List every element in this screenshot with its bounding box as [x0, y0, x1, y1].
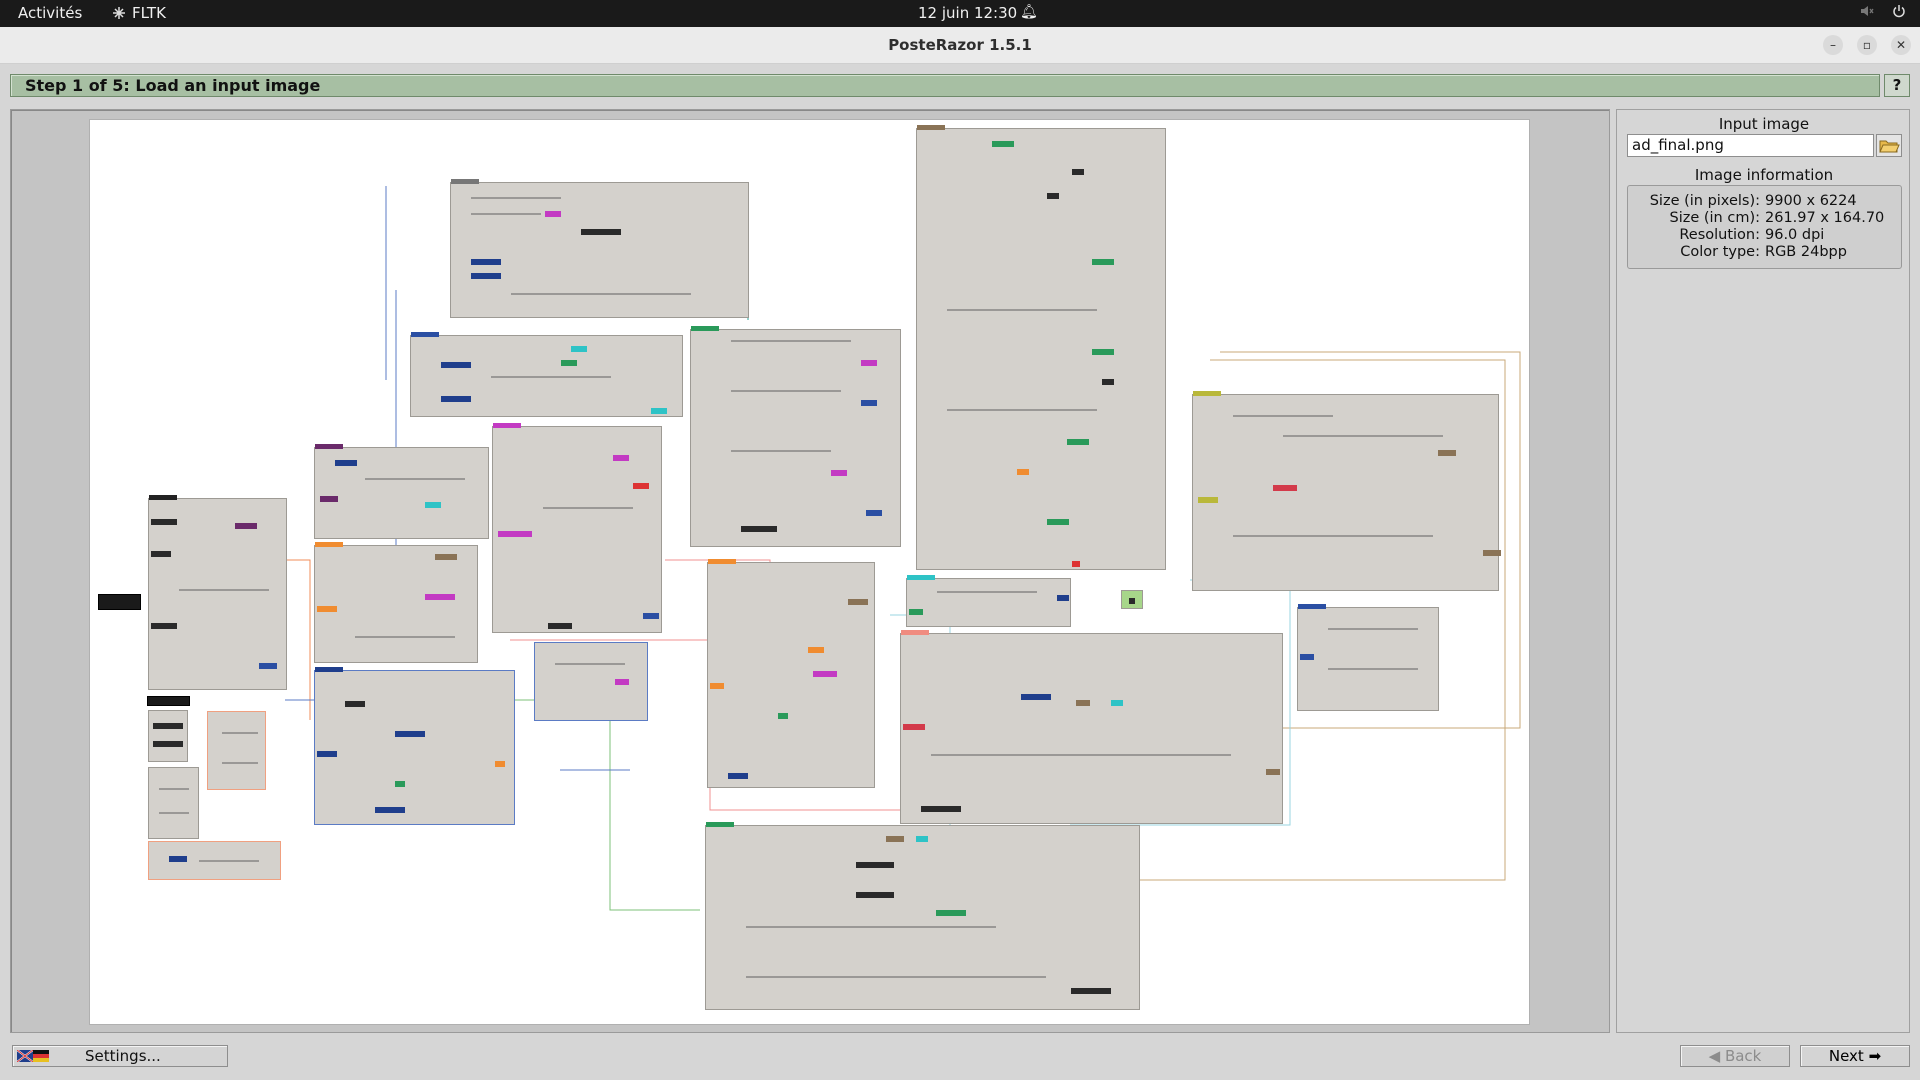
- window-title: PosteRazor 1.5.1: [888, 36, 1032, 54]
- arrow-left-icon: ◀: [1708, 1047, 1721, 1065]
- mindmap-card: [906, 575, 1071, 627]
- mindmap-card: [690, 326, 901, 547]
- image-information-heading: Image information: [1694, 166, 1834, 184]
- mindmap-card: [900, 630, 1283, 824]
- next-label: Next: [1828, 1047, 1864, 1065]
- mindmap-card: [534, 642, 648, 721]
- info-value: 9900 x 6224: [1765, 193, 1857, 209]
- info-value: 96.0 dpi: [1765, 227, 1825, 243]
- mindmap-card: [1121, 590, 1143, 609]
- mindmap-card: [148, 767, 199, 839]
- mindmap-card: [450, 179, 749, 318]
- info-row-resolution: Resolution: 96.0 dpi: [1628, 227, 1903, 244]
- folder-open-icon: [1879, 140, 1900, 153]
- mindmap-card: [707, 559, 875, 788]
- open-file-button[interactable]: [1876, 134, 1902, 157]
- app-menu[interactable]: FLTK: [112, 4, 166, 22]
- mindmap-card: [148, 841, 281, 880]
- clock[interactable]: 12 juin 12:30: [918, 4, 1017, 22]
- info-row-size-pixels: Size (in pixels): 9900 x 6224: [1628, 193, 1903, 210]
- image-information-box: Size (in pixels): 9900 x 6224 Size (in c…: [1627, 185, 1902, 269]
- info-row-color-type: Color type: RGB 24bpp: [1628, 244, 1903, 261]
- mindmap-card: [1297, 604, 1439, 711]
- system-tray[interactable]: [1860, 4, 1906, 18]
- info-value: 261.97 x 164.70: [1765, 210, 1885, 226]
- close-button[interactable]: ✕: [1891, 35, 1911, 55]
- system-top-bar: Activités FLTK 12 juin 12:30 🔔︎: [0, 0, 1920, 27]
- settings-label: Settings...: [85, 1047, 161, 1065]
- back-button[interactable]: ◀ Back: [1680, 1045, 1790, 1067]
- app-menu-label: FLTK: [132, 4, 166, 22]
- info-label: Size (in pixels):: [1649, 193, 1760, 209]
- arrow-right-icon: ➡: [1868, 1047, 1882, 1065]
- info-value: RGB 24bpp: [1765, 244, 1847, 260]
- mindmap-card: [492, 423, 662, 633]
- mindmap-card: [148, 495, 287, 690]
- mindmap-card: [916, 125, 1166, 570]
- input-image-heading: Input image: [1718, 115, 1810, 133]
- info-label: Resolution:: [1679, 227, 1760, 243]
- input-image-preview: [89, 119, 1530, 1025]
- help-button[interactable]: ?: [1884, 74, 1910, 97]
- mindmap-card: [314, 667, 515, 825]
- window-titlebar: PosteRazor 1.5.1 – ▫ ✕: [0, 27, 1920, 64]
- info-label: Color type:: [1680, 244, 1760, 260]
- minimize-button[interactable]: –: [1823, 35, 1843, 55]
- mindmap-node: [147, 696, 190, 706]
- mindmap-card: [207, 711, 266, 790]
- back-label: Back: [1724, 1047, 1762, 1065]
- next-button[interactable]: Next ➡: [1800, 1045, 1910, 1067]
- mindmap-card: [410, 332, 683, 417]
- mindmap-card: [314, 444, 489, 539]
- step-title: Step 1 of 5: Load an input image: [25, 76, 321, 95]
- mindmap-card: [314, 542, 478, 663]
- power-icon: [1893, 5, 1905, 18]
- speaker-muted-icon: [1861, 6, 1874, 16]
- input-filename-field[interactable]: ad_final.png: [1627, 134, 1874, 157]
- activities-button[interactable]: Activités: [18, 4, 82, 22]
- info-row-size-cm: Size (in cm): 261.97 x 164.70: [1628, 210, 1903, 227]
- mindmap-card: [705, 822, 1140, 1010]
- settings-button[interactable]: Settings...: [12, 1045, 228, 1067]
- bell-icon: 🔔︎: [1020, 4, 1038, 20]
- input-image-panel: Input image ad_final.png Image informati…: [1616, 109, 1910, 1033]
- fltk-icon: [113, 7, 125, 19]
- mindmap-card: [1192, 391, 1501, 591]
- step-header: Step 1 of 5: Load an input image: [10, 74, 1880, 97]
- info-label: Size (in cm):: [1669, 210, 1761, 226]
- mindmap-root-node: [98, 594, 141, 610]
- mindmap-card: [148, 710, 188, 762]
- maximize-button[interactable]: ▫: [1857, 35, 1877, 55]
- language-flags-icon: [17, 1050, 49, 1062]
